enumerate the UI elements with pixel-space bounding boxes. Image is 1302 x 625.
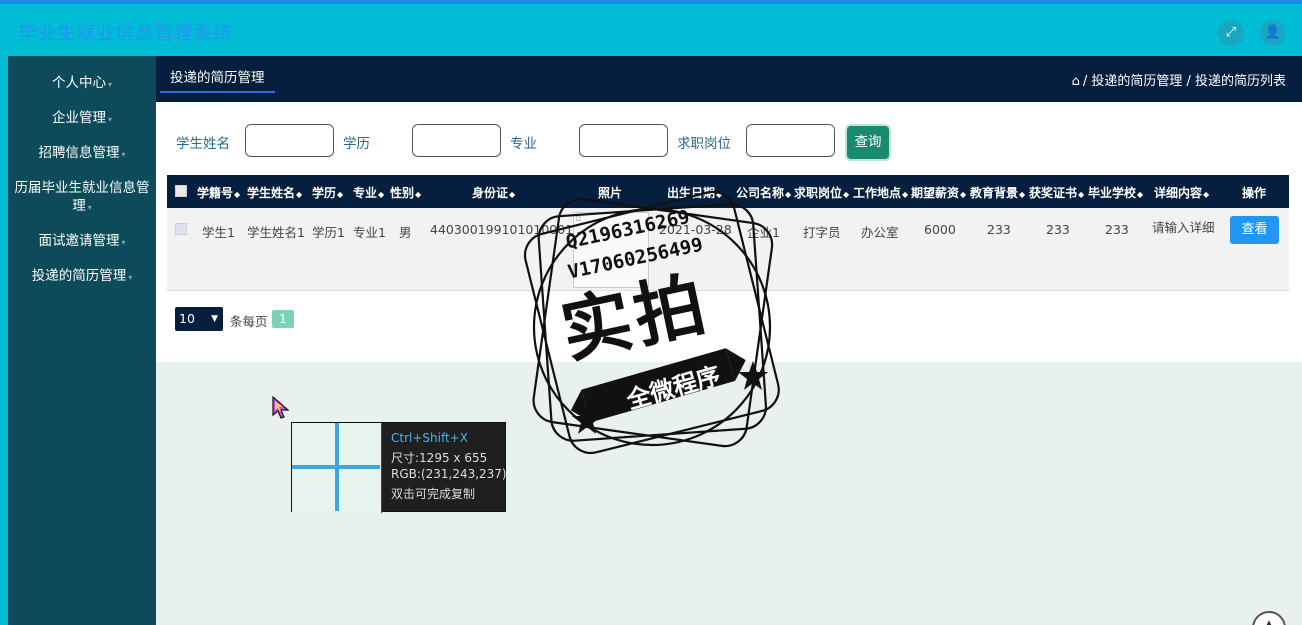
column-header[interactable]: 性别◆ <box>390 184 421 201</box>
chevron-down-icon: ▾ <box>128 273 133 282</box>
sort-icon: ◆ <box>1137 190 1144 199</box>
position-input[interactable] <box>746 124 835 157</box>
user-icon[interactable]: 👤 <box>1260 20 1286 46</box>
cell-awards: 233 <box>1046 222 1070 237</box>
cell-details: 请输入详细 <box>1152 220 1215 235</box>
sort-icon: ◆ <box>296 190 303 199</box>
caret-down-icon: ▼ <box>211 314 218 324</box>
sidebar: 个人中心 ▾ 企业管理 ▾ 招聘信息管理 ▾ 历届毕业生就业信息管理 ▾ 面试邀请管理 ▾… <box>8 56 156 625</box>
student-name-input[interactable] <box>245 124 334 157</box>
sort-icon: ◆ <box>902 190 909 199</box>
column-header[interactable]: 工作地点◆ <box>853 184 908 201</box>
frame-left-border <box>0 56 8 625</box>
arrow-up-icon: ▲ <box>1264 617 1274 625</box>
cell-education: 学历1 <box>312 225 345 240</box>
education-input[interactable] <box>412 124 501 157</box>
fullscreen-icon[interactable]: ⤢ <box>1218 20 1244 46</box>
page-size-select[interactable]: 10 ▼ <box>175 307 223 331</box>
cell-position: 打字员 <box>803 225 841 240</box>
cell-edu-background: 233 <box>987 222 1011 237</box>
sidebar-item-resumes[interactable]: 投递的简历管理 ▾ <box>8 267 156 287</box>
sort-icon: ◆ <box>1019 190 1026 199</box>
column-header[interactable]: 学籍号◆ <box>197 184 240 201</box>
sidebar-item-recruitment[interactable]: 招聘信息管理 ▾ <box>8 144 156 164</box>
mouse-cursor-icon <box>272 396 290 419</box>
capture-rgb: RGB:(231,243,237) <box>391 467 507 481</box>
column-header[interactable]: 详细内容◆ <box>1154 184 1209 201</box>
major-label: 专业 <box>510 136 537 152</box>
column-header[interactable]: 获奖证书◆ <box>1029 184 1084 201</box>
column-header[interactable]: 求职岗位◆ <box>794 184 849 201</box>
cell-student-no: 学生1 <box>202 225 235 240</box>
column-header[interactable]: 专业◆ <box>353 184 384 201</box>
chevron-down-icon: ▾ <box>87 203 92 212</box>
crosshair-horizontal <box>292 465 380 469</box>
major-input[interactable] <box>579 124 668 157</box>
sort-icon: ◆ <box>378 190 385 199</box>
cell-gender: 男 <box>399 225 412 240</box>
capture-magnifier <box>292 423 382 513</box>
page-number[interactable]: 1 <box>272 310 294 328</box>
sidebar-item-interview[interactable]: 面试邀请管理 ▾ <box>8 232 156 252</box>
sort-icon: ◆ <box>415 190 422 199</box>
top-bar: 毕业生就业信息管理系统 ⤢ 👤 <box>0 0 1302 56</box>
sidebar-item-graduates[interactable]: 历届毕业生就业信息管理 ▾ <box>8 179 156 217</box>
position-label: 求职岗位 <box>677 136 731 152</box>
sidebar-item-personal-center[interactable]: 个人中心 ▾ <box>8 74 156 94</box>
chevron-down-icon: ▾ <box>121 238 126 247</box>
sort-icon: ◆ <box>960 190 967 199</box>
capture-hint: 双击可完成复制 <box>391 487 476 501</box>
capture-tooltip: Ctrl+Shift+X 尺寸:1295 x 655 RGB:(231,243,… <box>291 422 507 513</box>
select-all-checkbox[interactable] <box>175 185 187 197</box>
page-size-label: 条每页 <box>230 314 268 329</box>
capture-shortcut: Ctrl+Shift+X <box>391 431 468 445</box>
sort-icon: ◆ <box>843 190 850 199</box>
sidebar-item-company[interactable]: 企业管理 ▾ <box>8 109 156 129</box>
cell-location: 办公室 <box>861 225 899 240</box>
sort-icon: ◆ <box>337 190 344 199</box>
view-button[interactable]: 查看 <box>1230 216 1279 244</box>
education-label: 学历 <box>343 136 370 152</box>
cell-major: 专业1 <box>353 225 386 240</box>
cell-salary: 6000 <box>924 222 956 237</box>
chevron-down-icon: ▾ <box>121 150 126 159</box>
search-button[interactable]: 查询 <box>847 126 889 159</box>
sort-icon: ◆ <box>234 190 241 199</box>
column-header: 操作 <box>1242 186 1267 200</box>
column-header[interactable]: 教育背景◆ <box>970 184 1025 201</box>
column-header[interactable]: 毕业学校◆ <box>1088 184 1143 201</box>
app-title: 毕业生就业信息管理系统 <box>18 22 233 44</box>
sort-icon: ◆ <box>1203 190 1210 199</box>
chevron-down-icon: ▾ <box>107 80 112 89</box>
chevron-down-icon: ▾ <box>107 115 112 124</box>
tab-resumes[interactable]: 投递的简历管理 <box>160 66 275 93</box>
sort-icon: ◆ <box>1078 190 1085 199</box>
cell-student-name: 学生姓名1 <box>247 225 305 240</box>
cell-school: 233 <box>1105 222 1129 237</box>
row-checkbox[interactable] <box>175 223 187 235</box>
capture-size: 尺寸:1295 x 655 <box>391 451 488 465</box>
home-icon[interactable]: ⌂ <box>1072 74 1080 89</box>
column-header[interactable]: 期望薪资◆ <box>911 184 966 201</box>
column-header[interactable]: 学生姓名◆ <box>247 184 302 201</box>
student-name-label: 学生姓名 <box>176 136 230 152</box>
tab-bar: 投递的简历管理 ⌂ / 投递的简历管理 / 投递的简历列表 <box>156 56 1302 102</box>
breadcrumb: ⌂ / 投递的简历管理 / 投递的简历列表 <box>1071 74 1286 89</box>
column-header[interactable]: 学历◆ <box>312 184 343 201</box>
